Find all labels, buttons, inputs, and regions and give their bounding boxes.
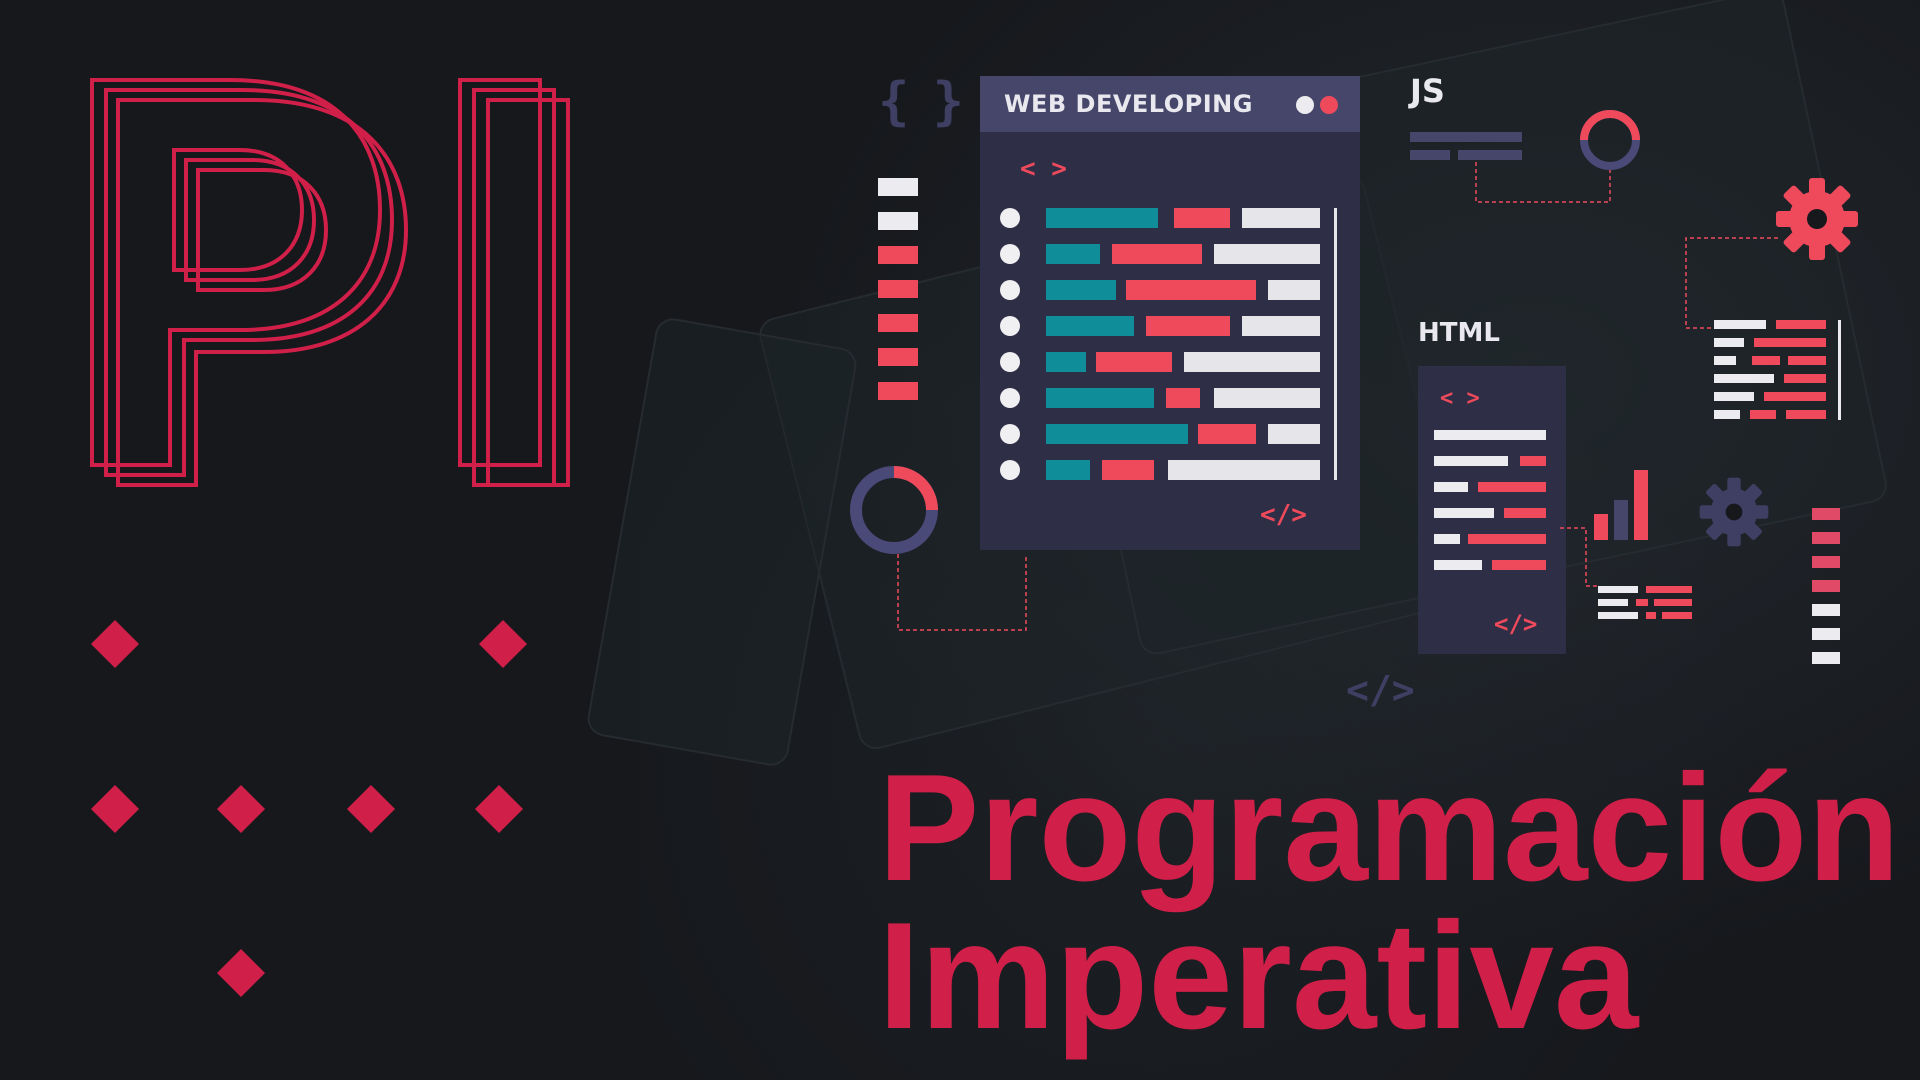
title-line-2: Imperativa bbox=[878, 891, 1639, 1061]
diamond-1 bbox=[90, 619, 140, 669]
ring-icon bbox=[1580, 110, 1640, 170]
connector-line-left bbox=[897, 554, 1027, 631]
diamond-5 bbox=[346, 784, 396, 834]
html-label: HTML bbox=[1418, 318, 1500, 348]
small-code-snippet bbox=[1598, 586, 1694, 622]
floating-close-tag: </> bbox=[1346, 668, 1415, 712]
code-segment bbox=[1096, 352, 1172, 372]
code-segment bbox=[1184, 352, 1320, 372]
donut-chart-icon bbox=[850, 466, 938, 554]
js-bar bbox=[1458, 150, 1522, 160]
code-line-bullet bbox=[1000, 244, 1020, 264]
html-open-tag: < > bbox=[1440, 386, 1480, 411]
html-panel: < > </> bbox=[1418, 366, 1566, 654]
code-segment bbox=[1268, 424, 1320, 444]
code-segment bbox=[1198, 424, 1256, 444]
js-bar bbox=[1410, 132, 1522, 142]
code-segment bbox=[1126, 280, 1256, 300]
code-segment bbox=[1046, 316, 1134, 336]
code-segment bbox=[1046, 424, 1188, 444]
code-segment bbox=[1102, 460, 1154, 480]
code-segment bbox=[1242, 316, 1320, 336]
diamond-4 bbox=[216, 784, 266, 834]
code-segment bbox=[1166, 388, 1200, 408]
window-dot-white bbox=[1296, 96, 1314, 114]
diamond-7 bbox=[216, 948, 266, 998]
code-segment bbox=[1174, 208, 1230, 228]
pi-monogram-text: PI bbox=[80, 70, 82, 71]
code-segment bbox=[1242, 208, 1320, 228]
right-code-snippet bbox=[1714, 320, 1844, 420]
code-line-bullet bbox=[1000, 316, 1020, 336]
right-bar-stack bbox=[1812, 508, 1840, 664]
connector-line-gear bbox=[1685, 237, 1778, 329]
code-segment bbox=[1046, 208, 1158, 228]
gear-icon-dark bbox=[1699, 477, 1769, 547]
pi-monogram-logo: PI bbox=[80, 70, 570, 487]
code-segment bbox=[1214, 244, 1320, 264]
code-segment bbox=[1168, 460, 1320, 480]
window-scrollbar bbox=[1334, 208, 1337, 480]
left-bar-stack bbox=[878, 178, 918, 400]
code-segment bbox=[1146, 316, 1230, 336]
diamond-2 bbox=[478, 619, 528, 669]
code-line-bullet bbox=[1000, 424, 1020, 444]
window-dot-red bbox=[1320, 96, 1338, 114]
code-segment bbox=[1046, 244, 1100, 264]
title-line-1: Programación bbox=[878, 743, 1901, 913]
web-developing-window: WEB DEVELOPING < > </> bbox=[980, 76, 1360, 550]
code-segment bbox=[1214, 388, 1320, 408]
diamond-6 bbox=[474, 784, 524, 834]
code-segment bbox=[1268, 280, 1320, 300]
diamond-3 bbox=[90, 784, 140, 834]
gear-icon bbox=[1776, 178, 1858, 260]
code-line-bullet bbox=[1000, 352, 1020, 372]
window-title: WEB DEVELOPING bbox=[1004, 90, 1253, 118]
html-close-tag: </> bbox=[1494, 610, 1538, 638]
code-segment bbox=[1046, 352, 1086, 372]
code-segment bbox=[1112, 244, 1202, 264]
code-line-bullet bbox=[1000, 208, 1020, 228]
js-bar bbox=[1410, 150, 1450, 160]
code-line-bullet bbox=[1000, 280, 1020, 300]
code-segment bbox=[1046, 460, 1090, 480]
bar-chart-icon bbox=[1592, 468, 1656, 540]
code-line-bullet bbox=[1000, 460, 1020, 480]
code-line-bullet bbox=[1000, 388, 1020, 408]
open-tag: < > bbox=[1020, 154, 1067, 184]
braces-icon: { } bbox=[878, 72, 964, 132]
code-segment bbox=[1046, 388, 1154, 408]
js-label: JS bbox=[1410, 72, 1445, 110]
close-tag: </> bbox=[1260, 500, 1307, 530]
code-segment bbox=[1046, 280, 1116, 300]
